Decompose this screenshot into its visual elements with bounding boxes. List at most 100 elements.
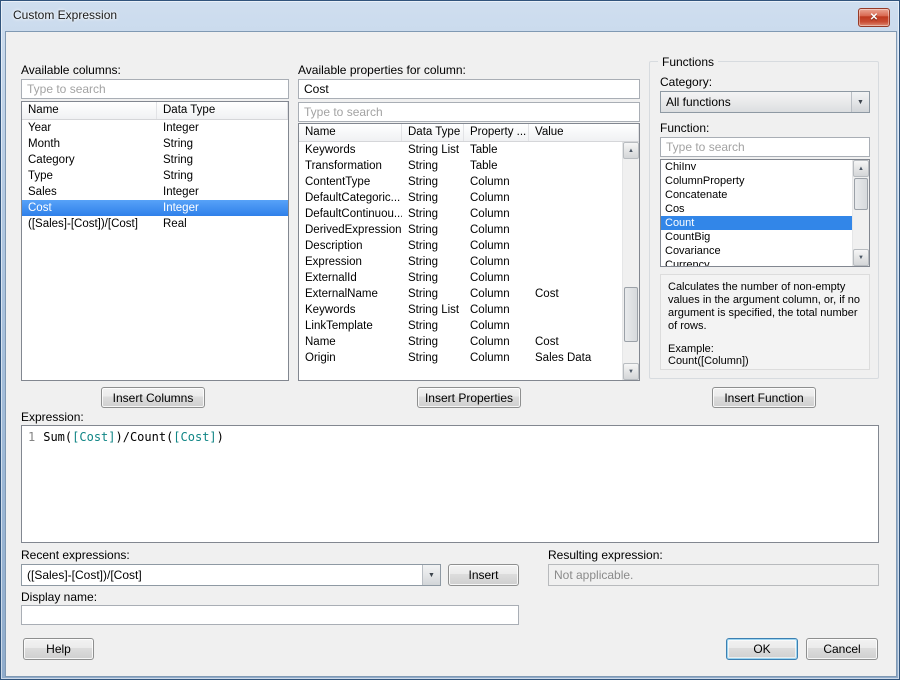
available-properties-label: Available properties for column: xyxy=(298,63,466,77)
property-class-cell: Column xyxy=(464,318,529,334)
property-row[interactable]: KeywordsString ListTable xyxy=(299,142,622,158)
property-class-cell: Column xyxy=(464,190,529,206)
function-item[interactable]: CountBig xyxy=(661,230,869,244)
function-list-scrollbar[interactable]: ▲ ▼ xyxy=(852,160,869,266)
property-row[interactable]: DefaultCategoric...StringColumn xyxy=(299,190,622,206)
scroll-down-button[interactable]: ▼ xyxy=(853,249,869,266)
property-row[interactable]: LinkTemplateStringColumn xyxy=(299,318,622,334)
title-bar[interactable]: Custom Expression ✕ xyxy=(1,1,899,31)
scroll-up-button[interactable]: ▲ xyxy=(853,160,869,177)
function-item[interactable]: Covariance xyxy=(661,244,869,258)
property-class-cell: Column xyxy=(464,350,529,366)
property-datatype-cell: String xyxy=(402,350,464,366)
function-item[interactable]: ChiInv xyxy=(661,160,869,174)
recent-expressions-combobox[interactable]: ([Sales]-[Cost])/[Cost] ▼ xyxy=(21,564,441,586)
property-row[interactable]: DescriptionStringColumn xyxy=(299,238,622,254)
property-value-cell xyxy=(529,190,622,206)
display-name-input[interactable] xyxy=(21,605,519,625)
function-item[interactable]: Cos xyxy=(661,202,869,216)
insert-recent-button[interactable]: Insert xyxy=(448,564,519,586)
column-datatype-cell: Integer xyxy=(157,200,288,216)
column-row[interactable]: YearInteger xyxy=(22,120,288,136)
scrollbar-thumb[interactable] xyxy=(624,287,638,342)
properties-header-value[interactable]: Value xyxy=(529,124,639,141)
property-row[interactable]: NameStringColumnCost xyxy=(299,334,622,350)
property-row[interactable]: ContentTypeStringColumn xyxy=(299,174,622,190)
expression-token: [Cost] xyxy=(72,430,115,444)
columns-search-input[interactable] xyxy=(21,79,289,99)
property-value-cell xyxy=(529,238,622,254)
column-row[interactable]: CostInteger xyxy=(22,200,288,216)
property-class-cell: Table xyxy=(464,158,529,174)
property-datatype-cell: String xyxy=(402,270,464,286)
column-row[interactable]: CategoryString xyxy=(22,152,288,168)
column-row[interactable]: TypeString xyxy=(22,168,288,184)
property-row[interactable]: ExpressionStringColumn xyxy=(299,254,622,270)
property-row[interactable]: ExternalNameStringColumnCost xyxy=(299,286,622,302)
property-row[interactable]: DefaultContinuou...StringColumn xyxy=(299,206,622,222)
property-name-cell: ContentType xyxy=(299,174,402,190)
scroll-up-button[interactable]: ▲ xyxy=(623,142,639,159)
function-item[interactable]: ColumnProperty xyxy=(661,174,869,188)
property-row[interactable]: DerivedExpressionStringColumn xyxy=(299,222,622,238)
properties-search-input[interactable] xyxy=(298,102,640,122)
property-name-cell: ExternalName xyxy=(299,286,402,302)
scroll-up-icon: ▲ xyxy=(628,148,634,154)
function-list[interactable]: ChiInvColumnPropertyConcatenateCosCountC… xyxy=(660,159,870,267)
property-column-field[interactable] xyxy=(298,79,640,99)
properties-header-datatype[interactable]: Data Type xyxy=(402,124,464,141)
column-row[interactable]: SalesInteger xyxy=(22,184,288,200)
help-button[interactable]: Help xyxy=(23,638,94,660)
ok-button[interactable]: OK xyxy=(726,638,798,660)
example-value: Count([Column]) xyxy=(668,355,862,367)
cancel-button[interactable]: Cancel xyxy=(806,638,878,660)
column-row[interactable]: ([Sales]-[Cost])/[Cost]Real xyxy=(22,216,288,232)
insert-properties-button[interactable]: Insert Properties xyxy=(417,387,521,408)
chevron-down-icon: ▼ xyxy=(428,572,435,579)
property-datatype-cell: String xyxy=(402,174,464,190)
property-datatype-cell: String xyxy=(402,222,464,238)
category-combobox[interactable]: All functions ▼ xyxy=(660,91,870,113)
insert-columns-button[interactable]: Insert Columns xyxy=(101,387,205,408)
property-row[interactable]: TransformationStringTable xyxy=(299,158,622,174)
property-row[interactable]: OriginStringColumnSales Data xyxy=(299,350,622,366)
property-value-cell xyxy=(529,174,622,190)
function-item[interactable]: Concatenate xyxy=(661,188,869,202)
property-class-cell: Column xyxy=(464,334,529,350)
property-class-cell: Column xyxy=(464,286,529,302)
column-datatype-cell: String xyxy=(157,168,288,184)
functions-groupbox: Functions Category: All functions ▼ Func… xyxy=(649,61,879,379)
column-datatype-cell: String xyxy=(157,152,288,168)
properties-scrollbar[interactable]: ▲ ▼ xyxy=(622,142,639,380)
columns-header-name[interactable]: Name xyxy=(22,102,157,119)
column-name-cell: Type xyxy=(22,168,157,184)
column-row[interactable]: MonthString xyxy=(22,136,288,152)
scroll-down-button[interactable]: ▼ xyxy=(623,363,639,380)
function-item[interactable]: Currency xyxy=(661,258,869,267)
property-value-cell xyxy=(529,206,622,222)
columns-table-body: YearIntegerMonthStringCategoryStringType… xyxy=(22,120,288,232)
insert-function-button[interactable]: Insert Function xyxy=(712,387,816,408)
function-search-input[interactable] xyxy=(660,137,870,157)
columns-header-datatype[interactable]: Data Type xyxy=(157,102,288,119)
properties-header-name[interactable]: Name xyxy=(299,124,402,141)
property-value-cell xyxy=(529,254,622,270)
property-row[interactable]: ExternalIdStringColumn xyxy=(299,270,622,286)
property-value-cell xyxy=(529,270,622,286)
property-value-cell xyxy=(529,318,622,334)
category-dropdown-zone[interactable]: ▼ xyxy=(851,92,869,112)
scrollbar-thumb[interactable] xyxy=(854,178,868,210)
property-name-cell: Keywords xyxy=(299,302,402,318)
function-item[interactable]: Count xyxy=(661,216,869,230)
properties-header-propertyclass[interactable]: Property ... xyxy=(464,124,529,141)
function-description: Calculates the number of non-empty value… xyxy=(668,281,862,333)
close-button[interactable]: ✕ xyxy=(858,8,890,27)
expression-editor[interactable]: 1 Sum([Cost])/Count([Cost]) xyxy=(21,425,879,543)
property-class-cell: Column xyxy=(464,270,529,286)
recent-dropdown-zone[interactable]: ▼ xyxy=(422,565,440,585)
property-class-cell: Column xyxy=(464,174,529,190)
property-row[interactable]: KeywordsString ListColumn xyxy=(299,302,622,318)
properties-table: Name Data Type Property ... Value Keywor… xyxy=(298,123,640,381)
expression-line: 1 Sum([Cost])/Count([Cost]) xyxy=(28,430,872,445)
property-value-cell: Cost xyxy=(529,334,622,350)
